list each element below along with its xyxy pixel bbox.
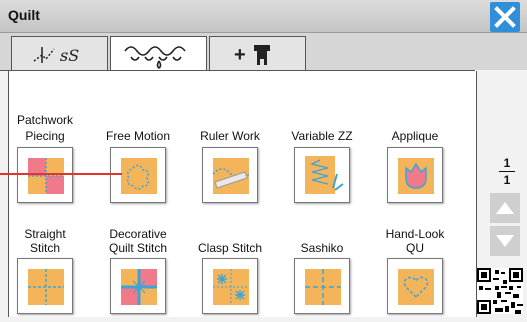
decorative-quilt-stitch-icon	[121, 269, 157, 305]
tab-decorative[interactable]	[110, 36, 207, 71]
tab-stitch-text[interactable]: ꜱS	[11, 36, 108, 70]
item-label: Patchwork	[16, 113, 74, 127]
item-label: Quilt Stitch	[108, 241, 168, 255]
page-total: 1	[503, 173, 511, 187]
item-label: Free Motion	[105, 129, 171, 143]
title-bar	[0, 0, 527, 33]
svg-text:+: +	[234, 44, 246, 66]
straight-stitch-icon	[28, 269, 64, 305]
decorative-stitch-icon	[124, 46, 186, 69]
scroll-down-button[interactable]	[490, 226, 520, 256]
clasp-stitch-icon	[213, 269, 249, 305]
stitch-text-icon: ꜱS	[33, 46, 79, 65]
item-button-sashiko[interactable]	[294, 258, 350, 314]
applique-icon	[398, 158, 434, 194]
item-label: Stitch	[29, 241, 60, 255]
presser-foot-icon: +	[234, 44, 270, 66]
item-button-ruler-work[interactable]	[202, 147, 258, 203]
item-button-decorative-quilt-stitch[interactable]	[110, 258, 166, 314]
item-label: Sashiko	[300, 241, 344, 255]
item-label: Ruler Work	[200, 129, 260, 143]
chevron-down-icon	[496, 235, 514, 247]
item-button-straight-stitch[interactable]	[17, 258, 73, 314]
item-button-patchwork[interactable]	[17, 147, 73, 203]
page-current: 1	[503, 156, 511, 170]
item-button-clasp-stitch[interactable]	[202, 258, 258, 314]
free-motion-icon	[121, 158, 157, 194]
item-label: Hand-Look	[385, 227, 445, 241]
close-button[interactable]	[490, 2, 520, 32]
svg-text:ꜱS: ꜱS	[60, 46, 79, 65]
hand-look-icon	[398, 269, 434, 305]
item-button-variable-zz[interactable]	[294, 147, 350, 203]
scroll-up-button[interactable]	[490, 193, 520, 223]
window-title: Quilt	[8, 7, 40, 23]
sashiko-icon	[305, 269, 341, 305]
item-button-free-motion[interactable]	[110, 147, 166, 203]
variable-zz-icon	[305, 156, 344, 194]
item-label: Piecing	[25, 129, 65, 143]
item-label: QU	[406, 241, 424, 255]
patchwork-icon	[28, 158, 64, 194]
chevron-up-icon	[496, 202, 514, 214]
indicator-line	[0, 173, 122, 175]
item-label: Clasp Stitch	[197, 241, 263, 255]
item-button-applique[interactable]	[387, 147, 443, 203]
item-label: Variable ZZ	[291, 129, 353, 143]
item-label: Applique	[391, 129, 439, 143]
item-label: Decorative	[109, 227, 167, 241]
close-icon	[494, 6, 516, 28]
page-divider	[499, 171, 515, 172]
tab-add-presser-foot[interactable]: +	[209, 36, 306, 70]
item-label: Straight	[24, 227, 66, 241]
ruler-work-icon	[212, 158, 250, 194]
item-button-hand-look[interactable]	[387, 258, 443, 314]
qr-code	[477, 268, 523, 314]
